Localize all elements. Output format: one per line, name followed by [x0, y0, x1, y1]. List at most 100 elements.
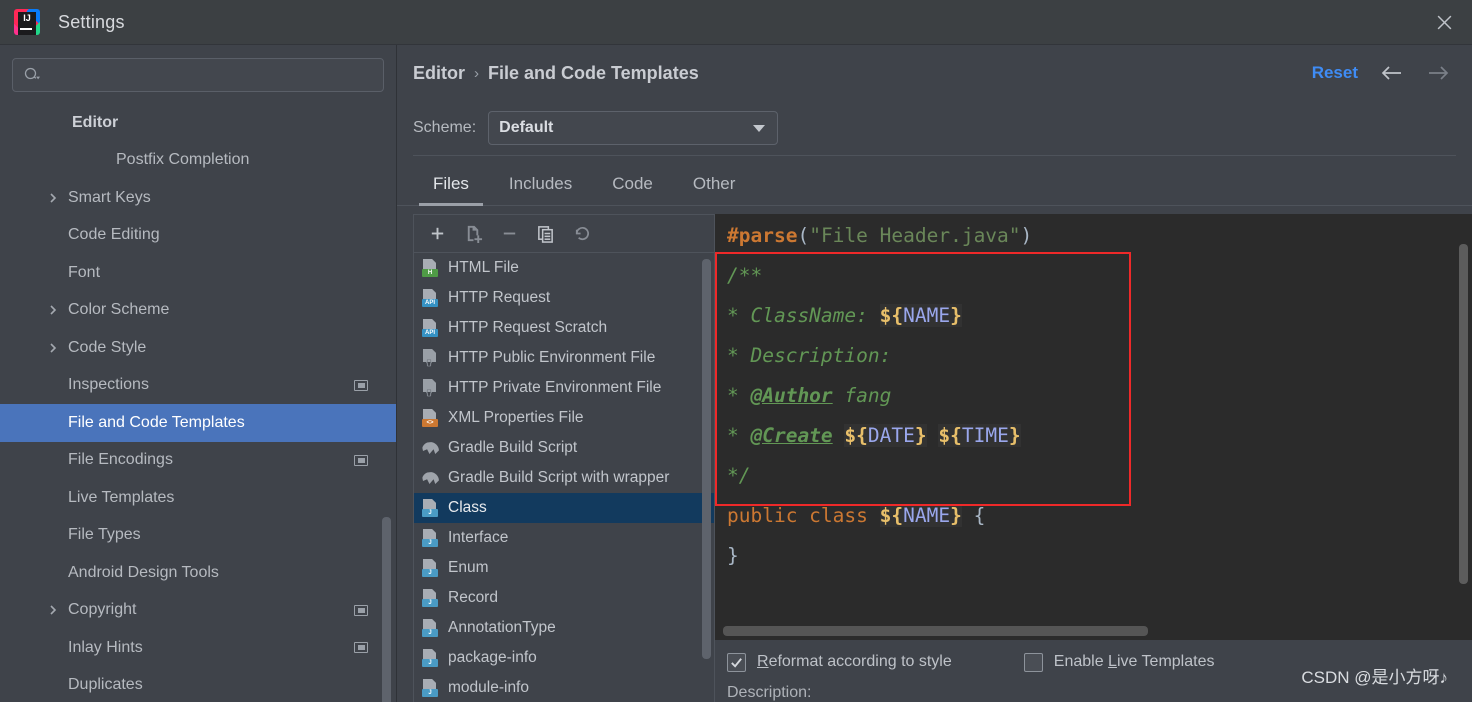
- arrow-right-icon[interactable]: [1426, 64, 1450, 82]
- sidebar-item-editor[interactable]: Editor: [0, 104, 396, 142]
- template-list-item[interactable]: H HTML File: [414, 253, 714, 283]
- plus-icon[interactable]: [422, 220, 452, 248]
- chevron-right-icon[interactable]: [46, 191, 60, 205]
- sidebar-item-label: Smart Keys: [68, 188, 151, 206]
- template-item-label: module-info: [448, 679, 529, 696]
- var-name: NAME: [903, 304, 951, 327]
- env-file-icon: {}: [422, 379, 439, 397]
- reformat-checkbox-row[interactable]: Reformat according to style: [727, 652, 952, 672]
- code-vertical-scrollbar[interactable]: [1459, 244, 1468, 584]
- template-item-label: Class: [448, 499, 487, 516]
- breadcrumb-separator-icon: ›: [474, 64, 479, 82]
- template-list-item[interactable]: <> XML Properties File: [414, 403, 714, 433]
- breadcrumb-parent[interactable]: Editor: [413, 63, 465, 84]
- settings-content-pane: Editor › File and Code Templates Reset S…: [397, 45, 1472, 702]
- reset-button[interactable]: Reset: [1312, 63, 1358, 83]
- sidebar-item-inlay-hints[interactable]: Inlay Hints: [0, 629, 396, 667]
- search-box[interactable]: [12, 58, 384, 92]
- var-name-open: ${: [879, 304, 904, 327]
- sidebar-item-label: Inspections: [68, 376, 149, 394]
- template-list-item[interactable]: J Record: [414, 583, 714, 613]
- template-list-item[interactable]: {} HTTP Public Environment File: [414, 343, 714, 373]
- template-item-label: Gradle Build Script with wrapper: [448, 469, 670, 486]
- project-scope-icon: [354, 642, 368, 654]
- template-list-item[interactable]: Jmodule-info: [414, 673, 714, 702]
- sidebar-item-file-and-code-templates[interactable]: File and Code Templates: [0, 404, 396, 442]
- copy-icon[interactable]: [530, 220, 560, 248]
- minus-icon[interactable]: [494, 220, 524, 248]
- code-horizontal-scrollbar[interactable]: [723, 626, 1148, 636]
- template-item-label: HTTP Request Scratch: [448, 319, 608, 336]
- lt-mnemonic: L: [1108, 653, 1117, 670]
- create-tag: @Create: [750, 424, 833, 447]
- new-file-icon[interactable]: [458, 220, 488, 248]
- template-list-item[interactable]: Gradle Build Script with wrapper: [414, 463, 714, 493]
- code-editor[interactable]: #parse("File Header.java") /** * ClassNa…: [715, 214, 1472, 640]
- sidebar-item-smart-keys[interactable]: Smart Keys: [0, 179, 396, 217]
- sidebar-item-code-style[interactable]: Code Style: [0, 329, 396, 367]
- class-keyword: public class: [727, 504, 868, 527]
- sidebar-scrollbar[interactable]: [382, 517, 391, 702]
- template-list-item[interactable]: J AnnotationType: [414, 613, 714, 643]
- template-list-item[interactable]: J Enum: [414, 553, 714, 583]
- template-item-label: HTTP Private Environment File: [448, 379, 662, 396]
- var-name2-open: ${: [879, 504, 904, 527]
- settings-dialog: Settings EditorPostfix: [0, 0, 1472, 702]
- java-file-icon: J: [422, 559, 439, 577]
- sidebar-item-file-encodings[interactable]: File Encodings: [0, 442, 396, 480]
- chevron-right-icon[interactable]: [46, 303, 60, 317]
- var-date-close: }: [914, 424, 927, 447]
- class-open-brace: {: [973, 504, 986, 527]
- scheme-select[interactable]: Default: [488, 111, 779, 145]
- var-name-close: }: [950, 304, 962, 327]
- template-list-item[interactable]: API HTTP Request: [414, 283, 714, 313]
- close-icon[interactable]: [1416, 0, 1472, 45]
- create-space: [833, 424, 845, 447]
- classname-prefix: * ClassName:: [727, 304, 880, 327]
- sidebar-item-duplicates[interactable]: Duplicates: [0, 667, 396, 702]
- project-scope-icon: [354, 604, 368, 616]
- sidebar-item-font[interactable]: Font: [0, 254, 396, 292]
- sidebar-item-inspections[interactable]: Inspections: [0, 367, 396, 405]
- template-list-item[interactable]: J Interface: [414, 523, 714, 553]
- scheme-label: Scheme:: [413, 119, 477, 136]
- sidebar-item-label: Duplicates: [68, 676, 143, 694]
- template-list-item[interactable]: J Class: [414, 493, 714, 523]
- sidebar-item-code-editing[interactable]: Code Editing: [0, 217, 396, 255]
- sidebar-item-live-templates[interactable]: Live Templates: [0, 479, 396, 517]
- java-file-icon: J: [422, 529, 439, 547]
- tab-includes[interactable]: Includes: [489, 174, 592, 205]
- sidebar-item-postfix-completion[interactable]: Postfix Completion: [0, 142, 396, 180]
- tab-code[interactable]: Code: [592, 174, 673, 205]
- sidebar-item-label: Code Style: [68, 338, 147, 356]
- template-list: H HTML File API HTTP Request API HTTP Request…: [414, 253, 714, 702]
- sidebar-item-copyright[interactable]: Copyright: [0, 592, 396, 630]
- search-input[interactable]: [47, 67, 373, 83]
- template-list-item[interactable]: API HTTP Request Scratch: [414, 313, 714, 343]
- java-file-icon: J: [422, 679, 439, 697]
- search-icon: [23, 66, 41, 84]
- sidebar-item-color-scheme[interactable]: Color Scheme: [0, 292, 396, 330]
- chevron-right-icon[interactable]: [46, 341, 60, 355]
- template-list-item[interactable]: Gradle Build Script: [414, 433, 714, 463]
- live-templates-checkbox-row[interactable]: Enable Live Templates: [1023, 652, 1214, 672]
- breadcrumb: Editor › File and Code Templates Reset: [397, 45, 1472, 101]
- template-list-scrollbar[interactable]: [702, 259, 711, 659]
- arrow-left-icon[interactable]: [1380, 64, 1404, 82]
- template-list-item[interactable]: Jpackage-info: [414, 643, 714, 673]
- sidebar-item-label: Inlay Hints: [68, 638, 143, 656]
- template-list-item[interactable]: {} HTTP Private Environment File: [414, 373, 714, 403]
- reformat-checkbox[interactable]: [727, 652, 746, 672]
- sidebar-item-label: Postfix Completion: [116, 151, 250, 169]
- template-toolbar: [414, 215, 714, 253]
- sidebar-item-file-types[interactable]: File Types: [0, 517, 396, 555]
- sidebar-item-label: File Encodings: [68, 451, 173, 469]
- tab-other[interactable]: Other: [673, 174, 756, 205]
- live-templates-checkbox[interactable]: [1023, 652, 1043, 672]
- sidebar-item-android-design-tools[interactable]: Android Design Tools: [0, 554, 396, 592]
- tab-files[interactable]: Files: [413, 174, 489, 206]
- undo-arrow-icon[interactable]: [566, 220, 596, 248]
- reformat-label-text: eformat according to style: [768, 653, 952, 670]
- chevron-right-icon[interactable]: [46, 603, 60, 617]
- sidebar-item-label: Color Scheme: [68, 301, 170, 319]
